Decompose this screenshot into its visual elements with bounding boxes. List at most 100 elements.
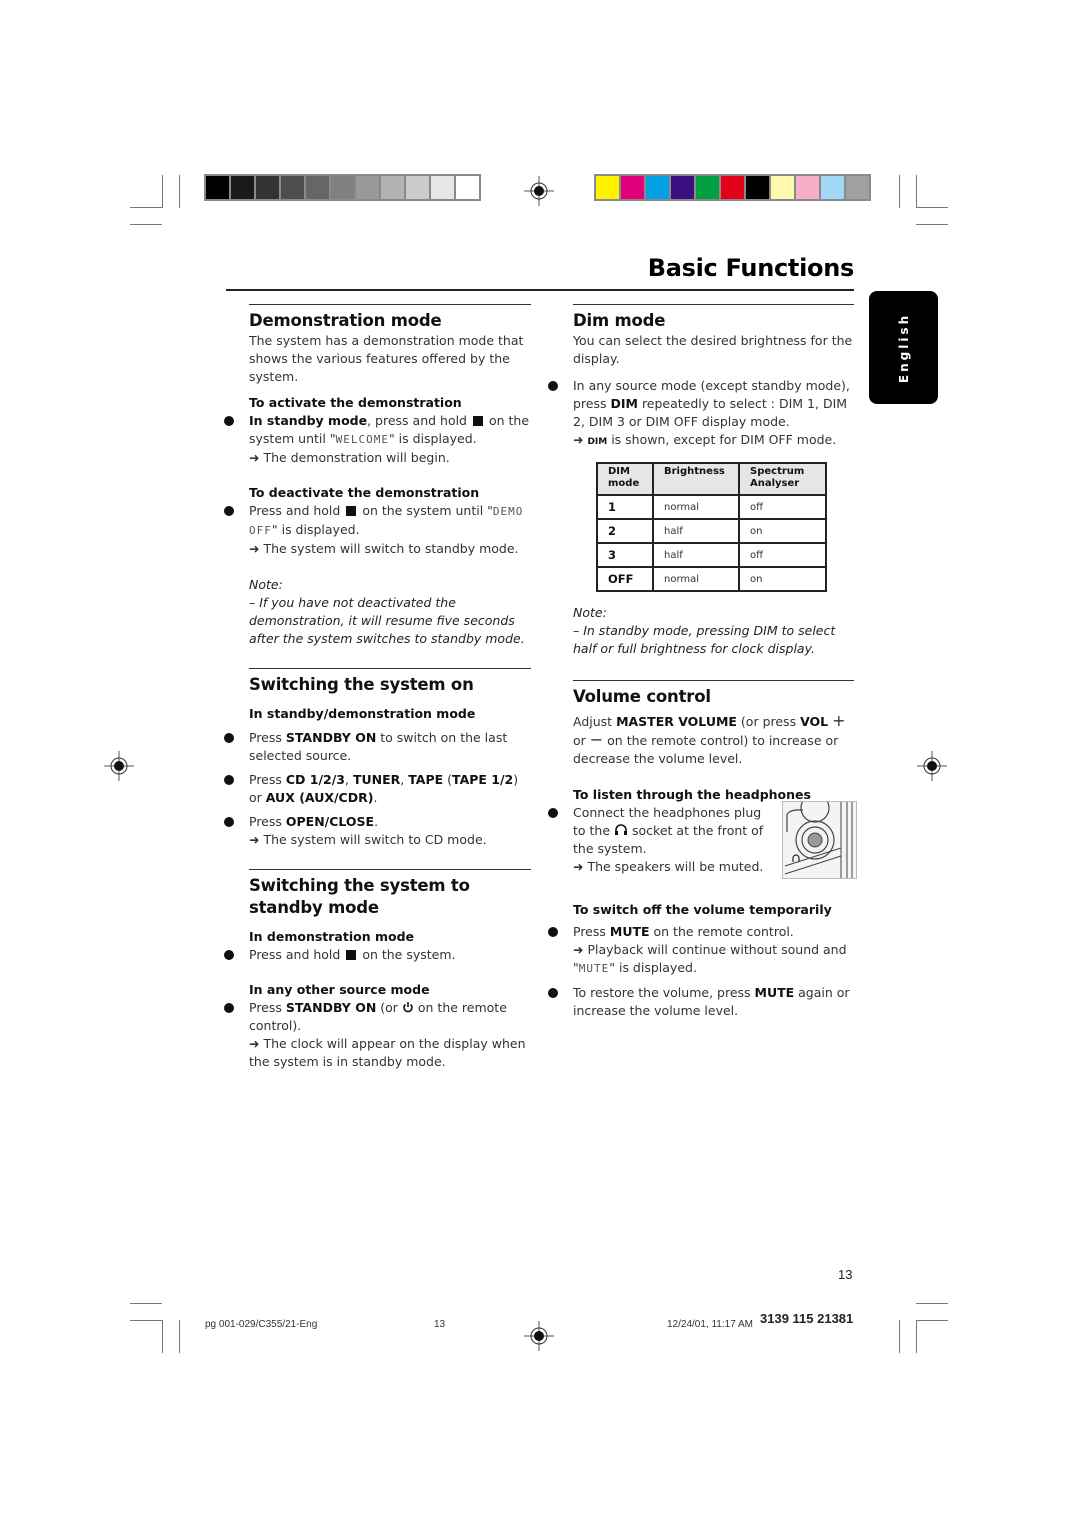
table-row: 3 half off — [596, 542, 827, 568]
headphones-icon — [615, 824, 628, 835]
bullet-icon — [548, 808, 558, 818]
crop-mark — [916, 207, 948, 208]
deactivate-heading: To deactivate the demonstration — [249, 485, 480, 500]
crop-mark — [179, 175, 180, 208]
arrow-icon: ➜ — [249, 832, 264, 847]
table-row: 1 normal off — [596, 494, 827, 520]
crop-mark — [899, 1320, 900, 1353]
page-number: 13 — [838, 1267, 853, 1282]
right-column: Dim mode You can select the desired brig… — [548, 304, 854, 1020]
device-front-drawing — [783, 793, 856, 878]
switch-on-sub: In standby/demonstration mode — [249, 706, 476, 721]
crop-mark — [130, 224, 162, 225]
registration-mark-icon — [524, 1321, 554, 1351]
table-header-row: DIM mode Brightness Spectrum Analyser — [596, 462, 827, 496]
crop-mark — [130, 1303, 162, 1304]
section-rule — [249, 869, 531, 870]
crop-mark — [916, 1303, 948, 1304]
bullet-icon — [224, 775, 234, 785]
crop-mark — [916, 1320, 917, 1353]
crop-mark — [916, 224, 948, 225]
color-swatch — [381, 176, 404, 199]
crop-mark — [162, 175, 163, 208]
color-swatch — [771, 176, 794, 199]
bullet-icon — [548, 988, 558, 998]
plus-icon: + — [832, 711, 846, 730]
color-swatch — [721, 176, 744, 199]
section-title-standby: Switching the system to standby mode — [249, 876, 470, 917]
mute-heading: To switch off the volume temporarily — [573, 902, 832, 917]
color-swatch — [206, 176, 229, 199]
language-tab-label: English — [896, 312, 911, 383]
volume-intro: Adjust MASTER VOLUME (or press VOL + or … — [573, 711, 846, 767]
mute-step-2: To restore the volume, press MUTE again … — [548, 984, 854, 1020]
activate-step: In standby mode, press and hold on the s… — [224, 412, 531, 449]
footer-datetime: 12/24/01, 11:17 AM — [667, 1319, 753, 1330]
color-swatch — [331, 176, 354, 199]
table-row: OFF normal on — [596, 566, 827, 592]
left-column: Demonstration mode The system has a demo… — [224, 304, 531, 1071]
crop-mark — [916, 1320, 948, 1321]
page-title: Basic Functions — [647, 254, 855, 282]
section-title-demonstration: Demonstration mode — [249, 311, 442, 330]
standby-step-1: Press and hold on the system. — [224, 946, 531, 964]
header-rule — [226, 289, 854, 291]
crop-mark — [130, 207, 162, 208]
standby-result: ➜ The clock will appear on the display w… — [249, 1036, 526, 1069]
demo-intro: The system has a demonstration mode that… — [249, 333, 524, 384]
switch-on-step-3: Press OPEN/CLOSE. — [224, 813, 531, 831]
bullet-icon — [224, 1003, 234, 1013]
color-swatch — [456, 176, 479, 199]
note-text: – In standby mode, pressing DIM to selec… — [573, 623, 836, 656]
color-swatch — [671, 176, 694, 199]
color-swatch — [406, 176, 429, 199]
grayscale-calibration-bar — [204, 174, 481, 201]
bullet-icon — [548, 927, 558, 937]
color-swatch — [306, 176, 329, 199]
standby-sub-1: In demonstration mode — [249, 929, 414, 944]
color-swatch — [646, 176, 669, 199]
section-rule — [573, 304, 854, 305]
headphone-socket-illustration — [782, 793, 857, 879]
color-swatch — [821, 176, 844, 199]
bullet-icon — [224, 817, 234, 827]
deactivate-result: ➜ The system will switch to standby mode… — [249, 541, 519, 556]
section-title-volume: Volume control — [573, 687, 711, 706]
crop-mark — [916, 175, 917, 208]
color-swatch — [596, 176, 619, 199]
color-calibration-bar — [594, 174, 871, 201]
color-swatch — [281, 176, 304, 199]
bullet-icon — [548, 381, 558, 391]
stop-button-icon — [346, 950, 357, 960]
mute-step-1: Press MUTE on the remote control. — [548, 923, 854, 941]
switch-on-step-2: Press CD 1/2/3, TUNER, TAPE (TAPE 1/2) o… — [224, 771, 531, 807]
bullet-icon — [224, 506, 234, 516]
color-swatch — [431, 176, 454, 199]
crop-mark — [162, 1320, 163, 1353]
color-swatch — [746, 176, 769, 199]
table-header-cell: Spectrum Analyser — [738, 462, 827, 496]
minus-icon: − — [589, 730, 604, 749]
dim-step: In any source mode (except standby mode)… — [548, 377, 854, 431]
color-swatch — [356, 176, 379, 199]
registration-mark-icon — [104, 751, 134, 781]
registration-mark-icon — [917, 751, 947, 781]
footer-page: 13 — [434, 1319, 446, 1330]
color-swatch — [846, 176, 869, 199]
language-tab: English — [869, 291, 938, 404]
switch-on-result: ➜ The system will switch to CD mode. — [249, 832, 487, 847]
lcd-text: WELCOME — [335, 433, 389, 446]
dim-result: ➜ DIM is shown, except for DIM OFF mode. — [573, 432, 837, 447]
bullet-icon — [224, 733, 234, 743]
section-rule — [249, 668, 531, 669]
color-swatch — [621, 176, 644, 199]
footer-file: pg 001-029/C355/21-Eng — [205, 1319, 318, 1330]
deactivate-step: Press and hold on the system until "DEMO… — [224, 502, 531, 540]
activate-result: ➜ The demonstration will begin. — [249, 450, 450, 465]
bullet-icon — [224, 950, 234, 960]
table-header-cell: Brightness — [652, 462, 740, 496]
lcd-text: MUTE — [578, 962, 610, 975]
stop-button-icon — [346, 506, 357, 516]
arrow-icon: ➜ — [573, 432, 588, 447]
footer-code: 3139 115 21381 — [760, 1311, 854, 1326]
